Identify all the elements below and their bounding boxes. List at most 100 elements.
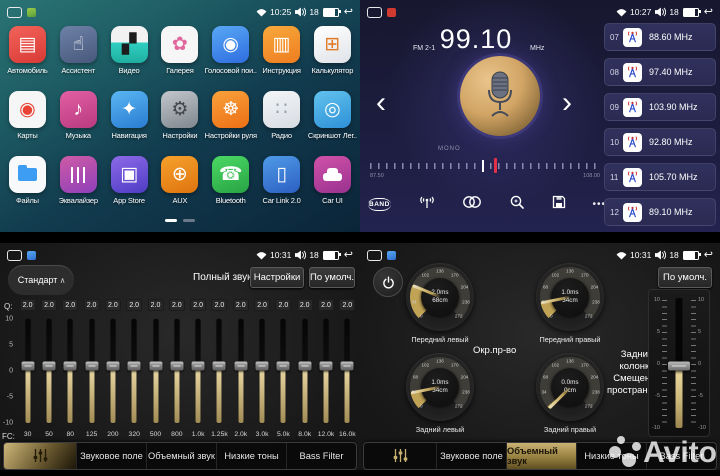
station-item[interactable]: 1289.10 MHz xyxy=(604,198,716,226)
page-dot[interactable] xyxy=(183,219,195,223)
q-value[interactable]: 2.0 xyxy=(233,299,249,311)
home-icon[interactable] xyxy=(7,250,22,261)
q-value[interactable]: 2.0 xyxy=(318,299,334,311)
delay-dial[interactable]: 1.0ms34cm03468102136170204238272Передний… xyxy=(518,263,622,344)
app-voice-search[interactable]: ◉Голосовой пои.. xyxy=(205,26,256,75)
back-icon[interactable]: ↩ xyxy=(704,7,713,18)
tab-item[interactable]: Bass Filter xyxy=(286,443,356,469)
home-icon[interactable] xyxy=(367,250,382,261)
app-bluetooth[interactable]: ☎Bluetooth xyxy=(205,156,256,205)
app-equalizer-app[interactable]: Эквалайзер xyxy=(53,156,104,205)
tab-item[interactable]: Звуковое поле xyxy=(76,443,146,469)
station-item[interactable]: 09103.90 MHz xyxy=(604,93,716,121)
stereo-icon[interactable] xyxy=(462,195,482,214)
page-indicator[interactable] xyxy=(0,219,360,223)
tab-item[interactable]: Объемный звук xyxy=(146,443,216,469)
band-slider[interactable] xyxy=(273,319,294,423)
slider-handle[interactable] xyxy=(341,361,354,370)
default-button[interactable]: По умолч. xyxy=(309,267,355,288)
band-slider[interactable] xyxy=(102,319,123,423)
q-value[interactable]: 2.0 xyxy=(84,299,100,311)
q-value[interactable]: 2.0 xyxy=(211,299,227,311)
tuning-scale[interactable]: 87.50 108.00 xyxy=(370,160,600,182)
tab-item[interactable]: Объемный звук xyxy=(506,443,576,469)
previous-station-icon[interactable]: ‹ xyxy=(376,88,386,118)
band-slider[interactable] xyxy=(166,319,187,423)
station-item[interactable]: 0788.60 MHz xyxy=(604,23,716,51)
q-value[interactable]: 2.0 xyxy=(275,299,291,311)
q-value[interactable]: 2.0 xyxy=(62,299,78,311)
station-item[interactable]: 11105.70 MHz xyxy=(604,163,716,191)
tab-equalizer[interactable] xyxy=(4,443,76,469)
back-icon[interactable]: ↩ xyxy=(344,250,353,261)
page-dot-active[interactable] xyxy=(165,219,177,223)
app-settings[interactable]: ⚙Настройки xyxy=(154,91,205,140)
band-slider[interactable] xyxy=(38,319,59,423)
next-station-icon[interactable]: › xyxy=(562,88,572,118)
slider-handle[interactable] xyxy=(234,361,247,370)
app-calculator[interactable]: ⊞Калькулятор xyxy=(307,26,358,75)
app-car-link[interactable]: ▯Car Link 2.0 xyxy=(256,156,307,205)
tab-item[interactable]: Низкие тоны xyxy=(216,443,286,469)
settings-button[interactable]: Настройки xyxy=(250,267,304,288)
slider-handle[interactable] xyxy=(170,361,183,370)
tab-equalizer[interactable] xyxy=(364,443,436,469)
default-button[interactable]: По умолч. xyxy=(658,267,712,288)
band-slider[interactable] xyxy=(209,319,230,423)
app-assistant[interactable]: ☝Ассистент xyxy=(53,26,104,75)
home-app-icon[interactable] xyxy=(27,8,36,17)
app-files[interactable]: Файлы xyxy=(2,156,53,205)
slider-handle[interactable] xyxy=(85,361,98,370)
back-icon[interactable]: ↩ xyxy=(704,250,713,261)
q-value[interactable]: 2.0 xyxy=(169,299,185,311)
q-value[interactable]: 2.0 xyxy=(126,299,142,311)
band-slider[interactable] xyxy=(337,319,358,423)
band-slider[interactable] xyxy=(124,319,145,423)
slider-handle[interactable] xyxy=(128,361,141,370)
app-maps[interactable]: ◉Карты xyxy=(2,91,53,140)
app-wheel-settings[interactable]: ☸Настройки руля xyxy=(205,91,256,140)
slider-handle[interactable] xyxy=(64,361,77,370)
home-icon[interactable] xyxy=(7,7,22,18)
recorder-app-icon[interactable] xyxy=(387,8,396,17)
band-slider[interactable] xyxy=(188,319,209,423)
scan-icon[interactable] xyxy=(509,194,525,215)
app-screenshot[interactable]: ◎Скриншот Лег.. xyxy=(307,91,358,140)
station-item[interactable]: 1092.80 MHz xyxy=(604,128,716,156)
q-value[interactable]: 2.0 xyxy=(297,299,313,311)
delay-dial[interactable]: 2.0ms68cm03468102136170204238272Передний… xyxy=(388,263,492,344)
q-value[interactable]: 2.0 xyxy=(254,299,270,311)
q-value[interactable]: 2.0 xyxy=(41,299,57,311)
slider-handle[interactable] xyxy=(320,361,333,370)
file-app-icon[interactable] xyxy=(27,251,36,260)
tuning-needle[interactable] xyxy=(494,158,497,173)
file-app-icon[interactable] xyxy=(387,251,396,260)
delay-dial[interactable]: 1.0ms34cm03468102136170204238272Задний л… xyxy=(388,353,492,434)
app-radio-app[interactable]: ∷Радио xyxy=(256,91,307,140)
tab-item[interactable]: Звуковое поле xyxy=(436,443,506,469)
slider-handle[interactable] xyxy=(298,361,311,370)
band-button[interactable]: BAND xyxy=(368,198,391,211)
station-item[interactable]: 0897.40 MHz xyxy=(604,58,716,86)
q-value[interactable]: 2.0 xyxy=(20,299,36,311)
app-music[interactable]: ♪Музыка xyxy=(53,91,104,140)
slider-handle[interactable] xyxy=(42,361,55,370)
app-aux[interactable]: ⊕AUX xyxy=(154,156,205,205)
back-icon[interactable]: ↩ xyxy=(344,7,353,18)
slider-handle[interactable] xyxy=(106,361,119,370)
app-video[interactable]: ▞Видео xyxy=(104,26,155,75)
band-slider[interactable] xyxy=(315,319,336,423)
band-slider[interactable] xyxy=(294,319,315,423)
q-value[interactable]: 2.0 xyxy=(148,299,164,311)
slider-handle[interactable] xyxy=(21,361,34,370)
q-value[interactable]: 2.0 xyxy=(339,299,355,311)
home-icon[interactable] xyxy=(367,7,382,18)
app-navigation[interactable]: ✦Навигация xyxy=(104,91,155,140)
band-slider[interactable] xyxy=(230,319,251,423)
bass-level-slider[interactable]: 10105500-5-5-10-10 xyxy=(648,289,710,437)
app-automobile[interactable]: ▤Автомобиль xyxy=(2,26,53,75)
preset-dropdown[interactable]: Стандарт ∧ xyxy=(8,265,74,295)
slider-handle[interactable] xyxy=(668,361,690,370)
band-slider[interactable] xyxy=(145,319,166,423)
app-manual[interactable]: ▥Инструкция xyxy=(256,26,307,75)
